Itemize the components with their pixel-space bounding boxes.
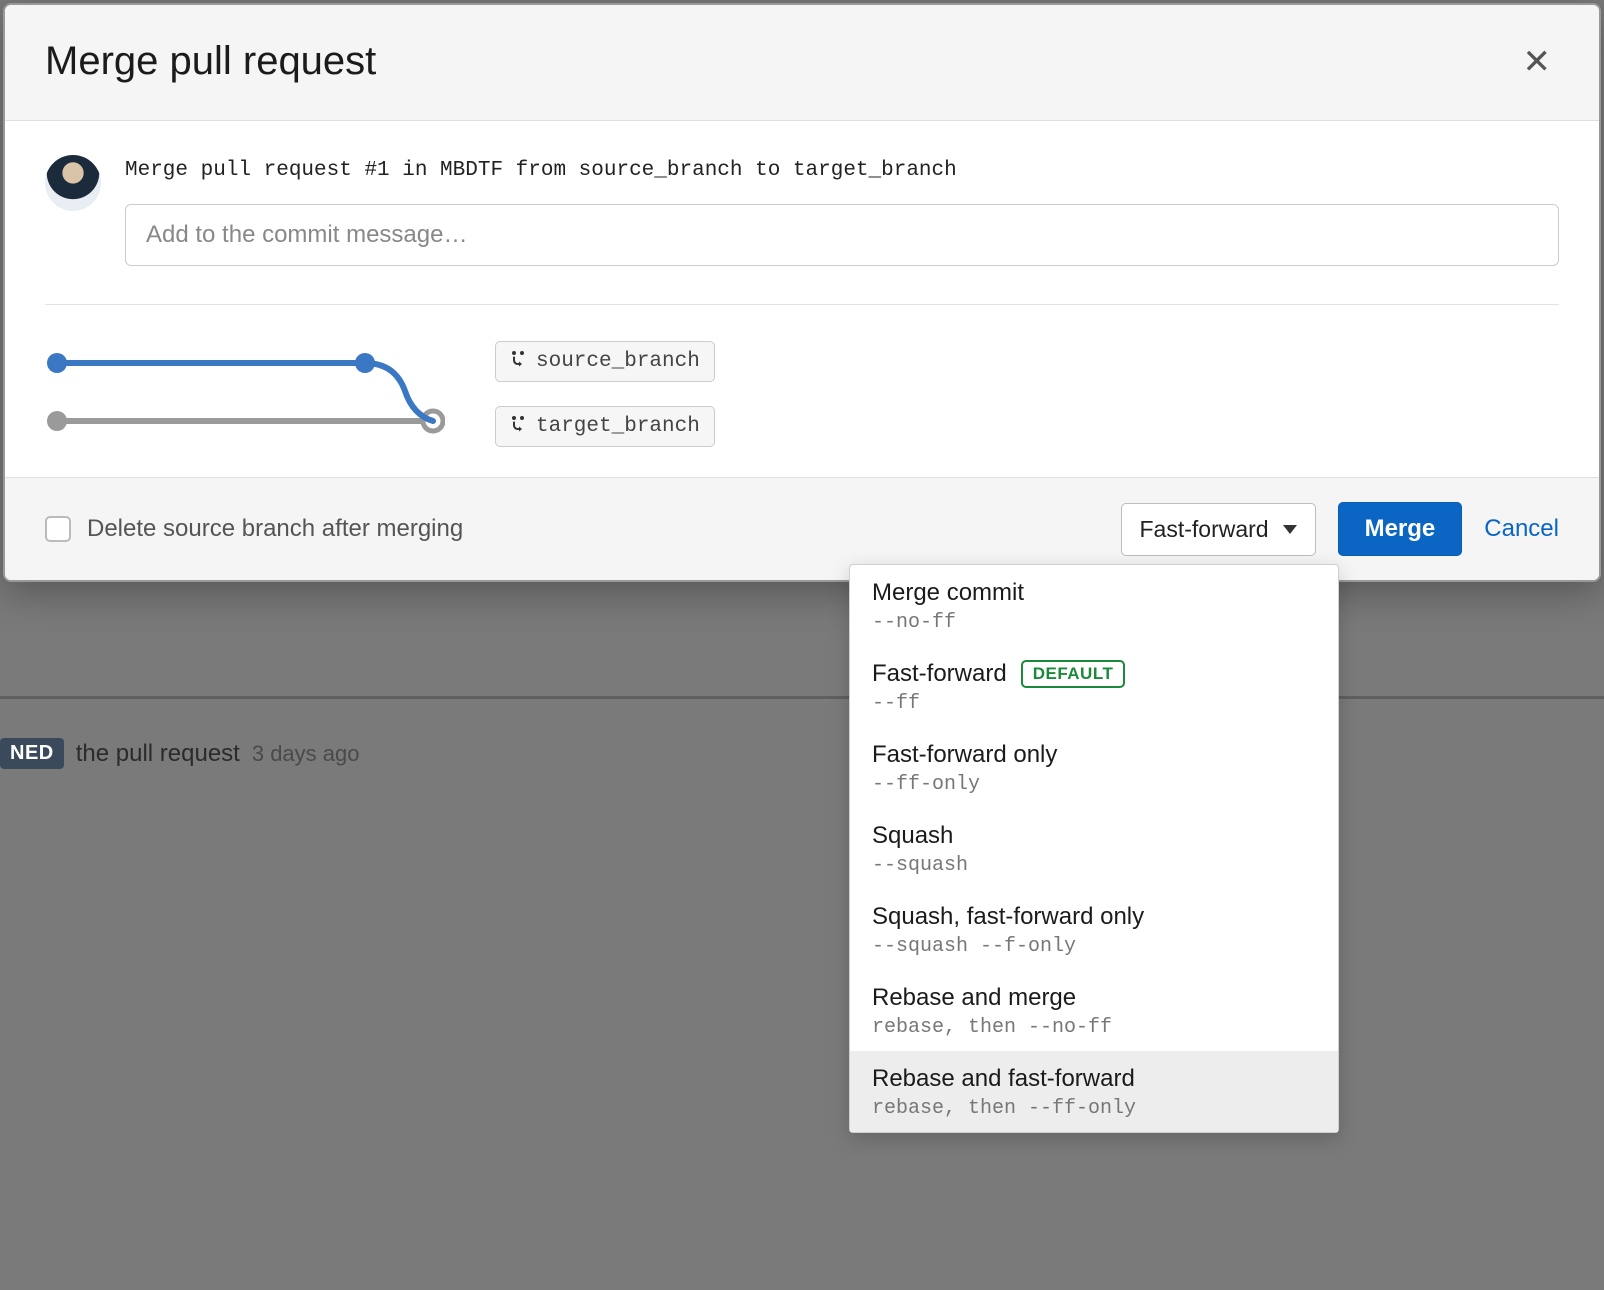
- merge-strategy-option[interactable]: Rebase and fast-forward rebase, then --ff…: [850, 1051, 1338, 1132]
- merge-strategy-option[interactable]: Squash --squash: [850, 808, 1338, 889]
- delete-branch-label: Delete source branch after merging: [87, 515, 463, 543]
- merge-strategy-menu: Merge commit --no-ff Fast-forward DEFAULT --…: [849, 564, 1339, 1133]
- option-subtitle: --squash --f-only: [872, 935, 1316, 958]
- avatar: [45, 155, 101, 211]
- option-title: Merge commit: [872, 579, 1024, 607]
- option-title: Fast-forward only: [872, 741, 1057, 769]
- target-branch-label: target_branch: [495, 406, 715, 447]
- branch-visualization: source_branch target_branch: [45, 341, 1559, 447]
- dialog-title: Merge pull request: [45, 39, 376, 84]
- background-divider: [0, 696, 1604, 699]
- option-subtitle: --squash: [872, 854, 1316, 877]
- divider: [45, 304, 1559, 305]
- option-subtitle: rebase, then --ff-only: [872, 1097, 1316, 1120]
- default-badge: DEFAULT: [1021, 660, 1126, 688]
- commit-message-text: Merge pull request #1 in MBDTF from sour…: [125, 159, 1559, 182]
- option-subtitle: --ff: [872, 692, 1316, 715]
- source-branch-name: source_branch: [536, 350, 700, 373]
- branch-graph: [45, 349, 445, 439]
- merge-button[interactable]: Merge: [1338, 502, 1463, 556]
- dialog-header: Merge pull request ✕: [5, 5, 1599, 121]
- target-branch-name: target_branch: [536, 415, 700, 438]
- option-title: Rebase and merge: [872, 984, 1076, 1012]
- option-title: Squash, fast-forward only: [872, 903, 1144, 931]
- merge-dialog: Merge pull request ✕ Merge pull request …: [3, 3, 1601, 582]
- merge-strategy-option[interactable]: Fast-forward DEFAULT --ff: [850, 646, 1338, 727]
- option-subtitle: --ff-only: [872, 773, 1316, 796]
- option-title: Rebase and fast-forward: [872, 1065, 1135, 1093]
- option-subtitle: --no-ff: [872, 611, 1316, 634]
- option-title: Fast-forward: [872, 660, 1007, 688]
- close-icon[interactable]: ✕: [1515, 41, 1560, 83]
- merge-strategy-option[interactable]: Merge commit --no-ff: [850, 565, 1338, 646]
- merge-strategy-dropdown[interactable]: Fast-forward: [1121, 503, 1316, 556]
- delete-branch-checkbox[interactable]: [45, 516, 71, 542]
- dialog-footer: Delete source branch after merging Fast-…: [5, 477, 1599, 580]
- merge-strategy-option[interactable]: Squash, fast-forward only --squash --f-on…: [850, 889, 1338, 970]
- cancel-link[interactable]: Cancel: [1484, 515, 1559, 543]
- merge-strategy-selected: Fast-forward: [1140, 516, 1269, 543]
- option-subtitle: rebase, then --no-ff: [872, 1016, 1316, 1039]
- branch-icon: [510, 413, 526, 440]
- activity-text: the pull request: [76, 740, 240, 768]
- merge-strategy-option[interactable]: Rebase and merge rebase, then --no-ff: [850, 970, 1338, 1051]
- option-title: Squash: [872, 822, 953, 850]
- commit-message-input[interactable]: [125, 204, 1559, 266]
- source-branch-label: source_branch: [495, 341, 715, 382]
- chevron-down-icon: [1283, 525, 1297, 534]
- dialog-body: Merge pull request #1 in MBDTF from sour…: [5, 121, 1599, 477]
- status-badge: NED: [0, 738, 64, 769]
- background-activity-row: NED the pull request 3 days ago: [0, 738, 359, 769]
- merge-strategy-option[interactable]: Fast-forward only --ff-only: [850, 727, 1338, 808]
- branch-icon: [510, 348, 526, 375]
- activity-time: 3 days ago: [252, 741, 360, 767]
